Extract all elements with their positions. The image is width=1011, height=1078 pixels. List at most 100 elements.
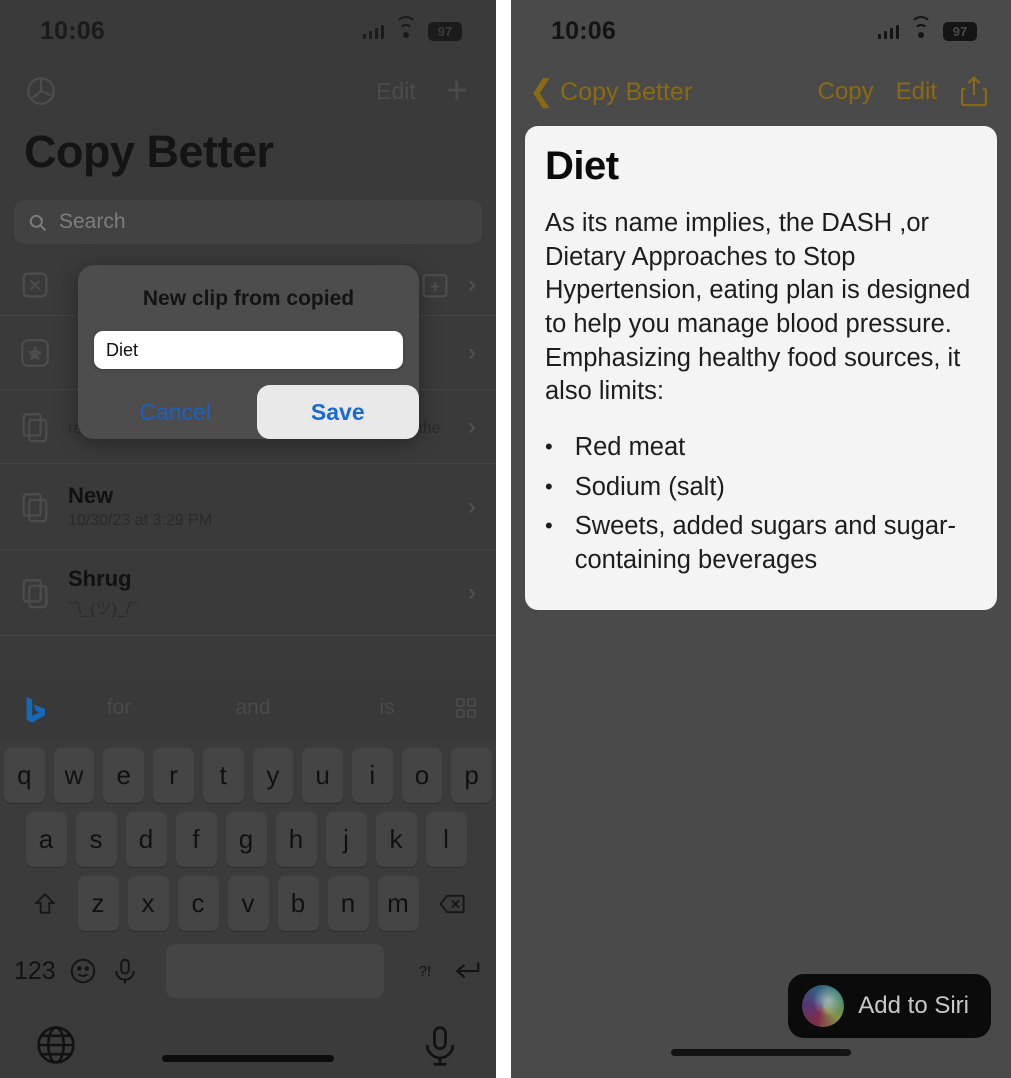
bullet-glyph: •	[545, 433, 553, 459]
screenshot-stage: 10:06 97 Edit + Copy Better Search › › t…	[0, 0, 1011, 1078]
battery-level-label: 97	[437, 23, 453, 39]
bullet-glyph: •	[545, 513, 553, 539]
cancel-button[interactable]: Cancel	[94, 385, 257, 439]
globe-icon[interactable]	[34, 1023, 78, 1067]
grid-menu-icon[interactable]	[454, 696, 478, 720]
keyboard-row-4: 123 Microsoft SwiftKey ?!	[0, 944, 496, 998]
right-nav-bar: ❮ Copy Better Copy Edit	[511, 62, 1011, 122]
key-n[interactable]: n	[327, 876, 369, 931]
suggestion-words: for and is	[52, 696, 454, 720]
home-indicator	[162, 1055, 334, 1062]
status-bar-time: 10:06	[40, 16, 105, 45]
keyboard-bottom-row	[0, 1012, 496, 1078]
key-t[interactable]: t	[202, 748, 244, 803]
edit-button[interactable]: Edit	[376, 78, 416, 105]
chevron-right-icon: ›	[468, 270, 476, 298]
key-k[interactable]: k	[375, 812, 417, 867]
key-i[interactable]: i	[351, 748, 393, 803]
space-key[interactable]: Microsoft SwiftKey	[165, 944, 384, 998]
add-to-siri-button[interactable]: Add to Siri	[788, 974, 991, 1038]
keyboard-row-3: z x c v b n m	[0, 876, 496, 931]
key-f[interactable]: f	[175, 812, 217, 867]
suggestion-word[interactable]: and	[186, 696, 320, 720]
key-j[interactable]: j	[325, 812, 367, 867]
clipboard-icon	[18, 410, 52, 444]
list-item[interactable]: New 10/30/23 at 3:29 PM ›	[0, 464, 496, 550]
page-title: Copy Better	[24, 126, 274, 177]
back-button-label: Copy Better	[560, 77, 693, 106]
star-square-icon	[18, 336, 52, 370]
home-indicator	[671, 1049, 851, 1056]
copy-button[interactable]: Copy	[818, 78, 874, 106]
list-item[interactable]: Shrug ¯\_(ツ)_/¯ ›	[0, 550, 496, 636]
backspace-icon[interactable]	[428, 876, 476, 931]
note-card: Diet As its name implies, the DASH ,or D…	[525, 126, 997, 610]
search-input[interactable]: Search	[14, 200, 482, 244]
search-icon	[28, 213, 47, 232]
key-l[interactable]: l	[425, 812, 467, 867]
save-button[interactable]: Save	[256, 385, 419, 439]
key-p[interactable]: p	[451, 748, 493, 803]
chevron-right-icon: ›	[468, 492, 476, 520]
status-bar-time: 10:06	[551, 16, 616, 45]
suggestion-bar: for and is	[0, 677, 496, 739]
panel-divider	[496, 0, 511, 1078]
list-item: • Sodium (salt)	[545, 471, 977, 505]
key-e[interactable]: e	[103, 748, 145, 803]
key-u[interactable]: u	[302, 748, 343, 803]
key-r[interactable]: r	[153, 748, 194, 803]
note-paragraph: As its name implies, the DASH ,or Dietar…	[545, 209, 971, 406]
status-bar-indicators: 97	[362, 16, 462, 41]
suggestion-word[interactable]: for	[52, 696, 186, 720]
numeric-key[interactable]: 123	[14, 957, 56, 986]
key-y[interactable]: y	[252, 748, 294, 803]
battery-level-label: 97	[952, 23, 968, 39]
key-a[interactable]: a	[25, 812, 67, 867]
key-b[interactable]: b	[277, 876, 319, 931]
x-square-icon	[18, 268, 52, 302]
add-clip-button[interactable]: +	[446, 72, 468, 110]
key-q[interactable]: q	[3, 748, 45, 803]
share-icon[interactable]	[959, 75, 989, 109]
microphone-icon[interactable]	[418, 1023, 462, 1067]
key-o[interactable]: o	[401, 748, 443, 803]
dialog-title: New clip from copied	[142, 287, 355, 310]
emoji-smiley-icon[interactable]	[68, 956, 98, 986]
wifi-icon	[910, 16, 932, 39]
bullet-text: Sodium (salt)	[574, 472, 725, 501]
key-s[interactable]: s	[75, 812, 117, 867]
clipboard-icon	[18, 490, 52, 524]
microphone-icon[interactable]	[110, 956, 140, 986]
key-m[interactable]: m	[377, 876, 419, 931]
bing-icon[interactable]	[18, 693, 52, 723]
shift-icon[interactable]	[21, 876, 69, 931]
keyboard-row-1: q w e r t y u i o p	[0, 748, 496, 803]
list-item-subtitle: 10/30/23 at 3:29 PM	[68, 512, 213, 530]
key-d[interactable]: d	[125, 812, 167, 867]
battery-icon: 97	[943, 21, 977, 41]
key-v[interactable]: v	[227, 876, 269, 931]
return-icon[interactable]	[452, 956, 482, 986]
status-bar-right: 10:06 97	[511, 0, 1011, 62]
edit-button[interactable]: Edit	[896, 78, 937, 106]
key-z[interactable]: z	[77, 876, 119, 931]
punctuation-key[interactable]: ?!	[410, 956, 440, 986]
key-w[interactable]: w	[53, 748, 95, 803]
dial-settings-icon[interactable]	[24, 74, 58, 108]
clip-name-input[interactable]: Diet	[94, 331, 403, 369]
add-to-folder-icon[interactable]	[418, 268, 452, 302]
left-phone-screen: 10:06 97 Edit + Copy Better Search › › t…	[0, 0, 496, 1078]
clipboard-icon	[18, 576, 52, 610]
suggestion-word[interactable]: is	[320, 696, 454, 720]
key-c[interactable]: c	[177, 876, 219, 931]
key-g[interactable]: g	[225, 812, 267, 867]
keyboard-row-2: a s d f g h j k l	[0, 812, 496, 867]
left-nav-bar: Edit +	[0, 62, 496, 120]
right-phone-screen: 10:06 97 ❮ Copy Better Copy Edit Diet As…	[511, 0, 1011, 1078]
bullet-glyph: •	[545, 473, 553, 499]
back-button[interactable]: ❮ Copy Better	[529, 77, 692, 107]
new-clip-dialog: New clip from copied Diet Cancel Save	[78, 265, 419, 439]
key-h[interactable]: h	[275, 812, 317, 867]
list-item-body: Shrug ¯\_(ツ)_/¯	[68, 566, 452, 619]
key-x[interactable]: x	[127, 876, 169, 931]
